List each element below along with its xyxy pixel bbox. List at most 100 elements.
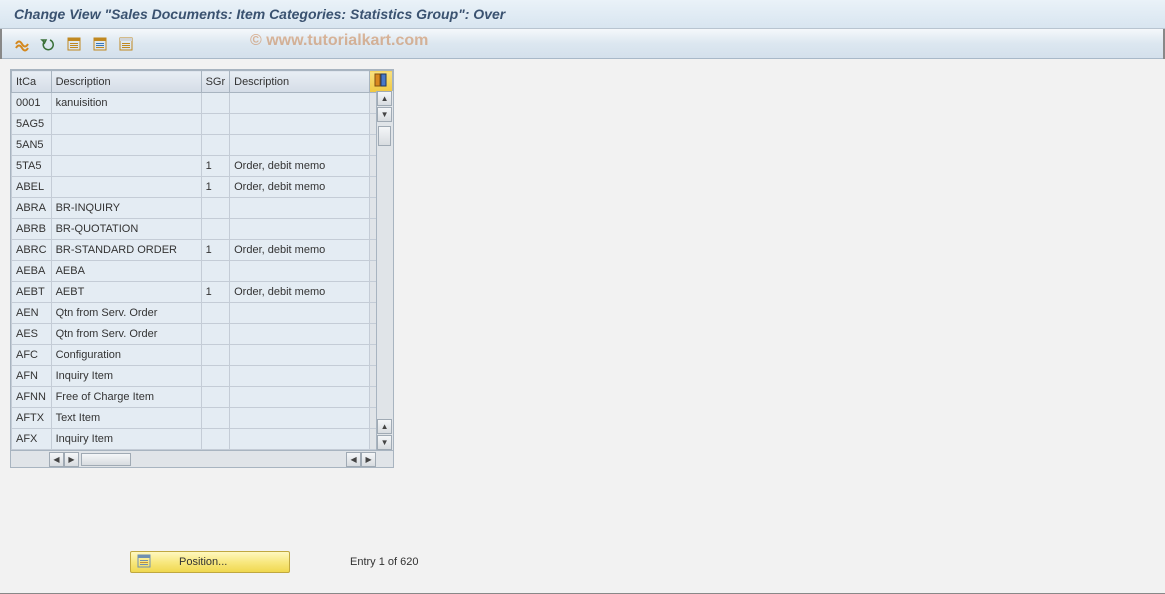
cell-description[interactable]: AEBT: [51, 282, 201, 303]
col-header-description2[interactable]: Description: [230, 71, 370, 93]
change-view-icon[interactable]: [12, 34, 32, 54]
cell-itca[interactable]: ABRB: [12, 219, 52, 240]
cell-description[interactable]: kanuisition: [51, 93, 201, 114]
cell-description2[interactable]: [230, 429, 370, 450]
cell-sgr[interactable]: 1: [201, 177, 230, 198]
cell-description[interactable]: [51, 177, 201, 198]
cell-description2[interactable]: Order, debit memo: [230, 156, 370, 177]
vertical-scrollbar[interactable]: ▲ ▼ ▲ ▼: [376, 91, 393, 450]
cell-description2[interactable]: [230, 135, 370, 156]
table-row[interactable]: AEBAAEBA: [12, 261, 393, 282]
table-row[interactable]: AFTXText Item: [12, 408, 393, 429]
table-row[interactable]: ABRBBR-QUOTATION: [12, 219, 393, 240]
cell-itca[interactable]: AFC: [12, 345, 52, 366]
table-row[interactable]: 0001kanuisition: [12, 93, 393, 114]
table-row[interactable]: ABRCBR-STANDARD ORDER1Order, debit memo: [12, 240, 393, 261]
cell-description2[interactable]: [230, 219, 370, 240]
col-header-sgr[interactable]: SGr: [201, 71, 230, 93]
cell-description2[interactable]: Order, debit memo: [230, 240, 370, 261]
cell-description2[interactable]: [230, 345, 370, 366]
cell-itca[interactable]: AEBT: [12, 282, 52, 303]
cell-description2[interactable]: [230, 303, 370, 324]
cell-sgr[interactable]: [201, 114, 230, 135]
cell-description[interactable]: [51, 156, 201, 177]
cell-sgr[interactable]: [201, 303, 230, 324]
cell-itca[interactable]: AFTX: [12, 408, 52, 429]
cell-description[interactable]: BR-QUOTATION: [51, 219, 201, 240]
cell-sgr[interactable]: [201, 408, 230, 429]
cell-sgr[interactable]: [201, 135, 230, 156]
cell-description[interactable]: Inquiry Item: [51, 429, 201, 450]
hscroll-track[interactable]: [79, 452, 346, 467]
scroll-up-button-2[interactable]: ▲: [377, 419, 392, 434]
cell-itca[interactable]: AFNN: [12, 387, 52, 408]
cell-description[interactable]: Configuration: [51, 345, 201, 366]
cell-description[interactable]: Text Item: [51, 408, 201, 429]
hscroll-right-button-2[interactable]: ▶: [361, 452, 376, 467]
cell-itca[interactable]: 0001: [12, 93, 52, 114]
table-config-button[interactable]: [370, 71, 393, 93]
cell-itca[interactable]: AEBA: [12, 261, 52, 282]
cell-sgr[interactable]: [201, 366, 230, 387]
table-row[interactable]: AFNInquiry Item: [12, 366, 393, 387]
cell-description[interactable]: Inquiry Item: [51, 366, 201, 387]
cell-description2[interactable]: Order, debit memo: [230, 282, 370, 303]
deselect-all-icon[interactable]: [116, 34, 136, 54]
hscroll-left-button-2[interactable]: ◀: [346, 452, 361, 467]
cell-sgr[interactable]: [201, 261, 230, 282]
table-row[interactable]: AENQtn from Serv. Order: [12, 303, 393, 324]
table-row[interactable]: AFXInquiry Item: [12, 429, 393, 450]
hscroll-left-button[interactable]: ◀: [49, 452, 64, 467]
cell-description2[interactable]: [230, 366, 370, 387]
cell-description2[interactable]: [230, 387, 370, 408]
cell-itca[interactable]: AEN: [12, 303, 52, 324]
cell-sgr[interactable]: [201, 198, 230, 219]
cell-description[interactable]: AEBA: [51, 261, 201, 282]
table-row[interactable]: ABEL 1Order, debit memo: [12, 177, 393, 198]
cell-sgr[interactable]: [201, 429, 230, 450]
scroll-thumb[interactable]: [378, 126, 391, 146]
cell-description2[interactable]: [230, 261, 370, 282]
table-row[interactable]: AFCConfiguration: [12, 345, 393, 366]
cell-sgr[interactable]: [201, 219, 230, 240]
undo-icon[interactable]: [38, 34, 58, 54]
table-row[interactable]: AEBTAEBT1Order, debit memo: [12, 282, 393, 303]
scroll-down-button-2[interactable]: ▼: [377, 435, 392, 450]
cell-sgr[interactable]: [201, 345, 230, 366]
cell-itca[interactable]: ABRC: [12, 240, 52, 261]
cell-description[interactable]: Qtn from Serv. Order: [51, 324, 201, 345]
cell-description2[interactable]: [230, 324, 370, 345]
cell-sgr[interactable]: 1: [201, 240, 230, 261]
cell-itca[interactable]: 5TA5: [12, 156, 52, 177]
cell-itca[interactable]: 5AG5: [12, 114, 52, 135]
cell-description2[interactable]: [230, 408, 370, 429]
cell-sgr[interactable]: [201, 387, 230, 408]
col-header-itca[interactable]: ItCa: [12, 71, 52, 93]
cell-description2[interactable]: [230, 93, 370, 114]
cell-itca[interactable]: AES: [12, 324, 52, 345]
table-row[interactable]: AESQtn from Serv. Order: [12, 324, 393, 345]
scroll-up-button[interactable]: ▲: [377, 91, 392, 106]
cell-itca[interactable]: AFX: [12, 429, 52, 450]
cell-itca[interactable]: AFN: [12, 366, 52, 387]
cell-description2[interactable]: Order, debit memo: [230, 177, 370, 198]
cell-itca[interactable]: ABEL: [12, 177, 52, 198]
cell-description2[interactable]: [230, 114, 370, 135]
table-row[interactable]: 5AG5: [12, 114, 393, 135]
select-block-icon[interactable]: [90, 34, 110, 54]
horizontal-scrollbar[interactable]: ◀ ▶ ◀ ▶: [11, 450, 393, 467]
position-button[interactable]: Position...: [130, 551, 290, 573]
scroll-down-button[interactable]: ▼: [377, 107, 392, 122]
cell-description[interactable]: [51, 114, 201, 135]
hscroll-right-button[interactable]: ▶: [64, 452, 79, 467]
cell-description[interactable]: BR-INQUIRY: [51, 198, 201, 219]
table-row[interactable]: 5TA51Order, debit memo: [12, 156, 393, 177]
table-row[interactable]: ABRABR-INQUIRY: [12, 198, 393, 219]
cell-description[interactable]: Qtn from Serv. Order: [51, 303, 201, 324]
table-row[interactable]: AFNNFree of Charge Item: [12, 387, 393, 408]
col-header-description[interactable]: Description: [51, 71, 201, 93]
cell-description[interactable]: Free of Charge Item: [51, 387, 201, 408]
hscroll-thumb[interactable]: [81, 453, 131, 466]
table-row[interactable]: 5AN5: [12, 135, 393, 156]
cell-itca[interactable]: ABRA: [12, 198, 52, 219]
